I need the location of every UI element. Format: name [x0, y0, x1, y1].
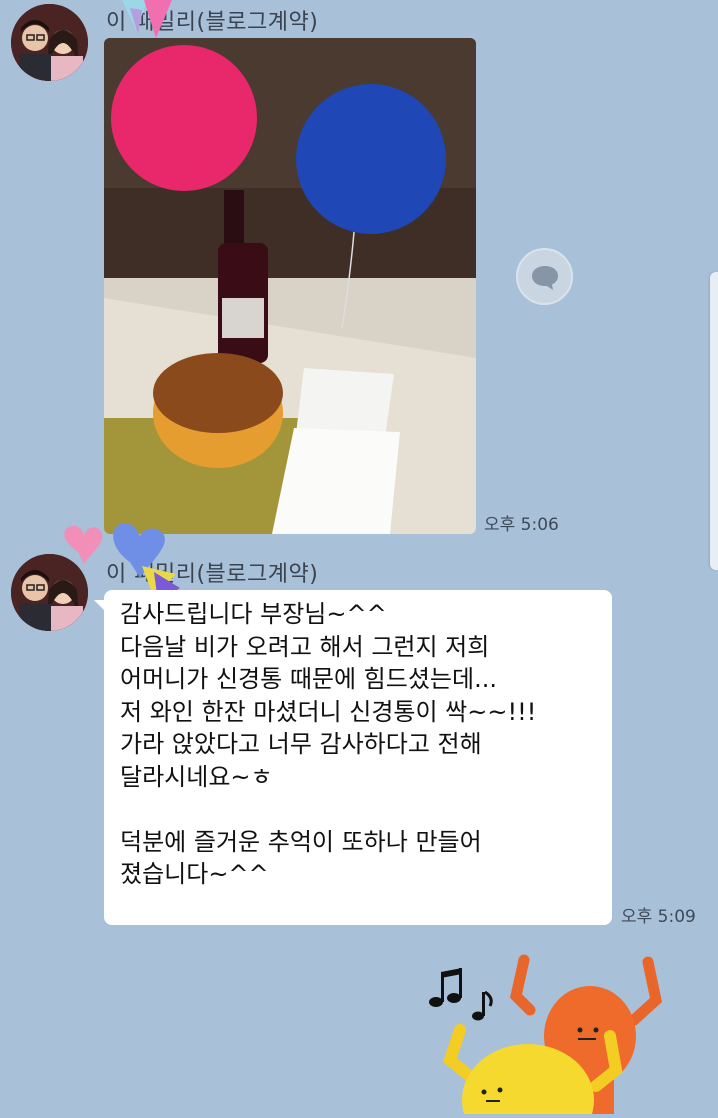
message-line: 어머니가 신경통 때문에 힘드셨는데... [120, 665, 497, 693]
dancing-characters-sticker[interactable] [420, 950, 690, 1118]
shared-photo[interactable] [104, 38, 476, 534]
message-line: 다음날 비가 오려고 해서 그런지 저희 [120, 632, 490, 661]
message-line [120, 793, 598, 826]
message-line: 달라시네요~ㅎ [120, 762, 273, 791]
sender-avatar[interactable] [11, 4, 88, 81]
message-bubble[interactable]: 감사드립니다 부장님~^^ 다음날 비가 오려고 해서 그런지 저희 어머니가 … [94, 590, 612, 925]
message-line: 덕분에 즐거운 추억이 또하나 만들어 [120, 827, 482, 856]
scrollbar[interactable] [710, 272, 718, 570]
message-line: 감사드립니다 부장님~^^ [120, 600, 387, 628]
share-button[interactable] [516, 248, 573, 305]
message-line: 졌습니다~^^ [120, 860, 269, 888]
message-line: 가라 앉았다고 너무 감사하다고 전해 [120, 730, 482, 758]
message-time: 오후 5:09 [621, 907, 696, 927]
share-speech-bubble-icon [531, 265, 558, 290]
music-note-icon [429, 968, 493, 1021]
message-time: 오후 5:06 [484, 515, 559, 535]
message-line: 저 와인 한잔 마셨더니 신경통이 싹~~!!! [120, 697, 537, 726]
